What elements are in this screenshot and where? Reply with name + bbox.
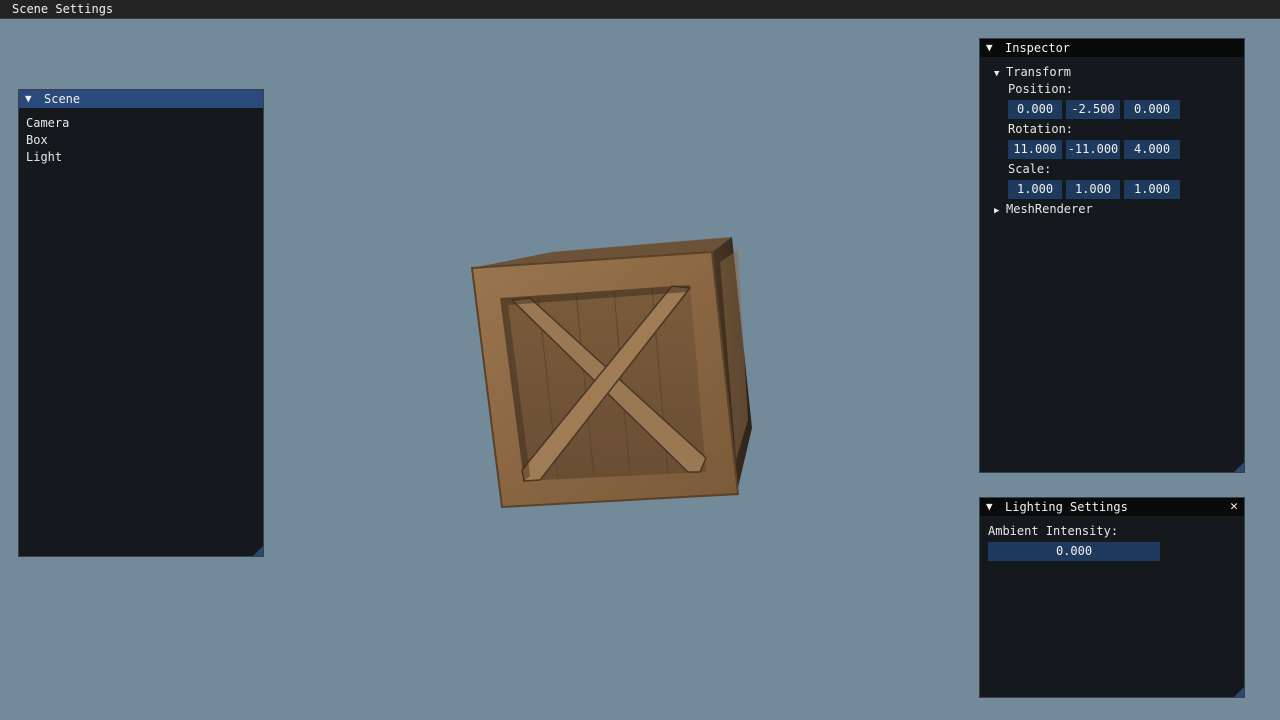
position-z-field[interactable]: 0.000 [1124, 100, 1180, 119]
position-x-field[interactable]: 0.000 [1008, 100, 1062, 119]
rotation-y-field[interactable]: -11.000 [1066, 140, 1120, 159]
triangle-down-icon: ▼ [994, 69, 1000, 79]
ambient-intensity-label: Ambient Intensity: [988, 524, 1119, 538]
ambient-intensity-slider[interactable]: 0.000 [988, 542, 1160, 561]
main-menubar: Scene Settings [0, 0, 1280, 19]
transform-label: Transform [1006, 65, 1072, 79]
meshrenderer-tree-node[interactable]: ▶ MeshRenderer [994, 202, 1093, 216]
position-label: Position: [1008, 82, 1074, 96]
close-icon[interactable]: ✕ [1230, 498, 1238, 516]
scene-window-title: Scene [44, 92, 81, 106]
scale-y-field[interactable]: 1.000 [1066, 180, 1120, 199]
resize-grip[interactable] [1234, 687, 1244, 697]
meshrenderer-label: MeshRenderer [1006, 202, 1093, 216]
rotation-z-field[interactable]: 4.000 [1124, 140, 1180, 159]
scene-item-light[interactable]: Light [26, 150, 62, 164]
collapse-triangle-icon[interactable]: ▼ [25, 90, 32, 108]
lighting-window-titlebar[interactable]: ▼ Lighting Settings ✕ [980, 498, 1244, 516]
lighting-window-title: Lighting Settings [1005, 500, 1128, 514]
triangle-right-icon: ▶ [994, 206, 1000, 216]
scale-z-field[interactable]: 1.000 [1124, 180, 1180, 199]
scale-x-field[interactable]: 1.000 [1008, 180, 1062, 199]
collapse-triangle-icon[interactable]: ▼ [986, 498, 993, 516]
resize-grip[interactable] [253, 546, 263, 556]
rotation-x-field[interactable]: 11.000 [1008, 140, 1062, 159]
scene-window: ▼ Scene Camera Box Light [18, 89, 264, 557]
scene-window-titlebar[interactable]: ▼ Scene [19, 90, 263, 108]
lighting-settings-window: ▼ Lighting Settings ✕ Ambient Intensity:… [979, 497, 1245, 698]
scene-item-camera[interactable]: Camera [26, 116, 69, 130]
collapse-triangle-icon[interactable]: ▼ [986, 39, 993, 57]
crate-model [470, 237, 752, 509]
menu-scene-settings[interactable]: Scene Settings [12, 2, 113, 16]
resize-grip[interactable] [1234, 462, 1244, 472]
transform-tree-node[interactable]: ▼ Transform [994, 65, 1071, 79]
inspector-window-title: Inspector [1005, 41, 1071, 55]
scene-item-box[interactable]: Box [26, 133, 48, 147]
scale-label: Scale: [1008, 162, 1052, 176]
inspector-window: ▼ Inspector ▼ Transform Position: 0.000 -… [979, 38, 1245, 473]
position-y-field[interactable]: -2.500 [1066, 100, 1120, 119]
inspector-window-titlebar[interactable]: ▼ Inspector [980, 39, 1244, 57]
rotation-label: Rotation: [1008, 122, 1074, 136]
